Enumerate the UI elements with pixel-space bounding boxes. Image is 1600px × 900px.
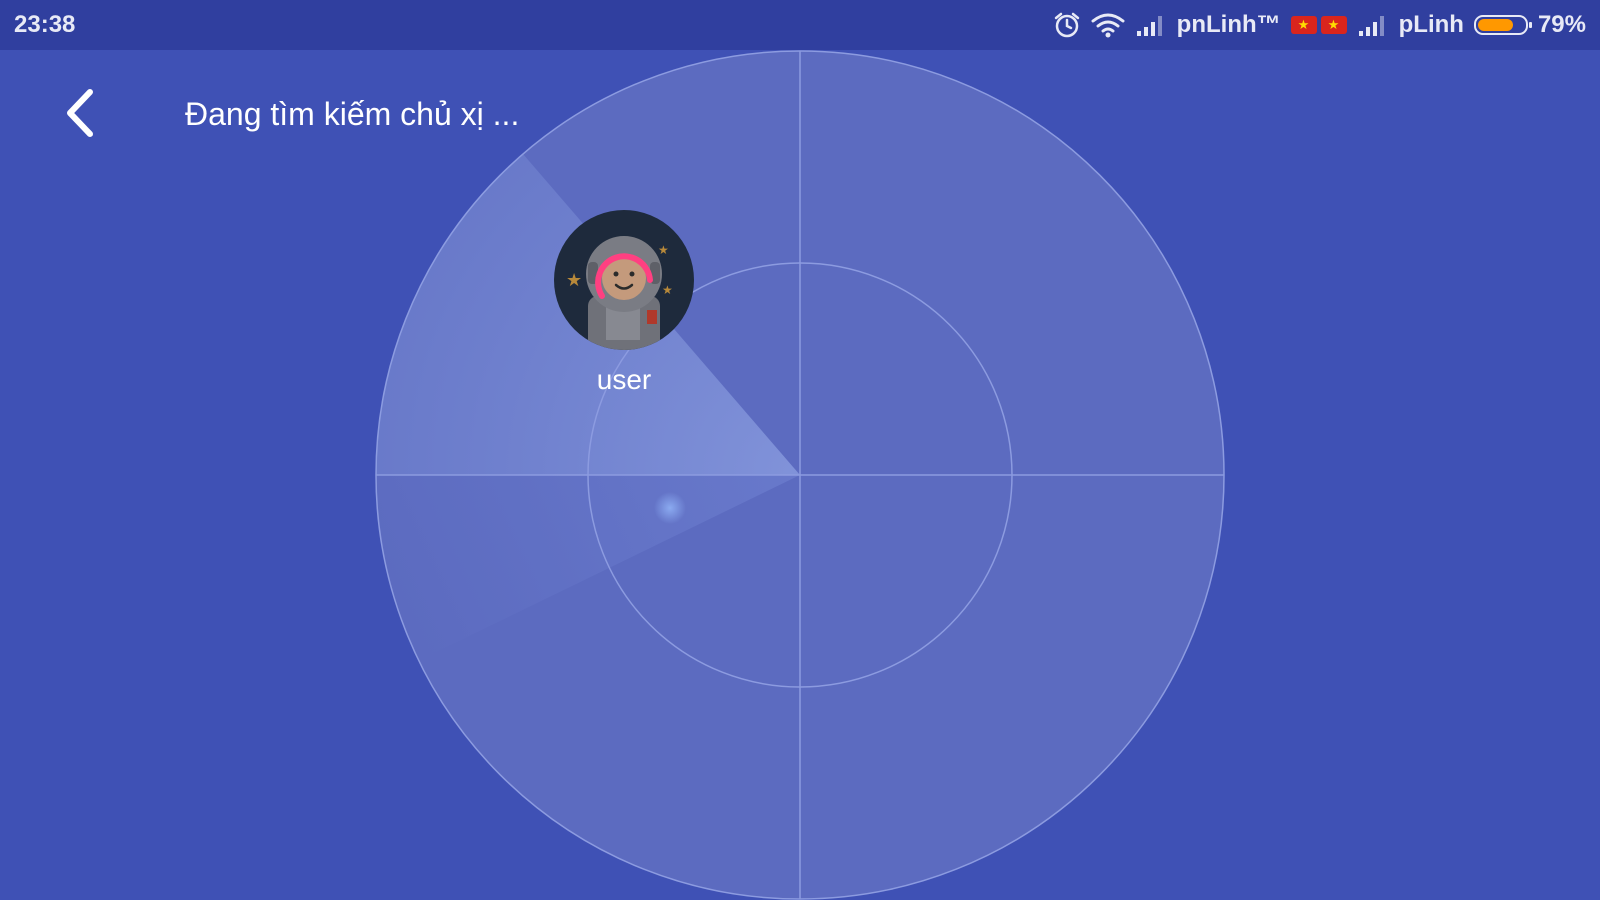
user-name-label: user (596, 364, 652, 395)
chevron-left-icon (67, 89, 93, 137)
svg-text:★: ★ (566, 270, 582, 291)
svg-text:★: ★ (662, 283, 673, 297)
svg-text:★: ★ (658, 243, 669, 257)
page-title: Đang tìm kiếm chủ xị ... (185, 96, 520, 132)
astronaut-avatar: ★ ★ ★ (554, 210, 694, 350)
radar-search-screen: 23:38 pnLinh™ ★ ★ pLinh 79% Đang tìm kiế… (0, 0, 1600, 900)
user-avatar[interactable]: ★ ★ ★ (554, 210, 694, 350)
back-button[interactable] (58, 86, 106, 140)
radar-view (375, 50, 1225, 900)
radar-blip (654, 492, 686, 524)
